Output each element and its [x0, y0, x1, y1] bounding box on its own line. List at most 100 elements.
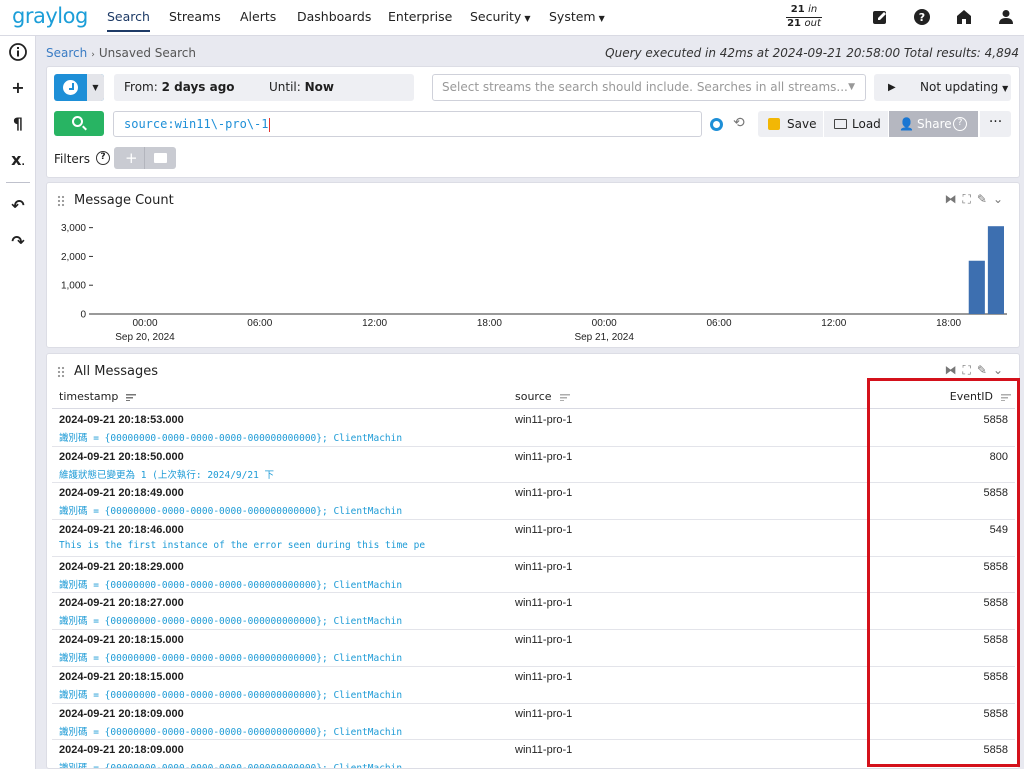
- time-range-display[interactable]: From: 2 days ago: [114, 74, 414, 101]
- row-source: win11-pro-1: [515, 487, 573, 500]
- breadcrumb-search-link[interactable]: Search: [46, 46, 87, 60]
- row-timestamp: 2024-09-21 20:18:15.000: [59, 634, 184, 647]
- nav-search[interactable]: Search: [107, 9, 150, 32]
- help-icon[interactable]: ?: [913, 8, 931, 26]
- row-source: win11-pro-1: [515, 670, 573, 683]
- clock-icon: [63, 80, 78, 95]
- query-validation-icon[interactable]: [710, 118, 723, 131]
- chevron-down-icon: ▼: [598, 14, 605, 23]
- focus-icon[interactable]: ⧓: [944, 363, 962, 377]
- chevron-down-icon[interactable]: ⌄: [993, 363, 1009, 377]
- row-source: win11-pro-1: [515, 524, 573, 537]
- streams-select[interactable]: Select streams the search should include…: [432, 74, 866, 101]
- redo-icon[interactable]: ↷: [8, 232, 28, 252]
- throughput-in-label: in: [808, 4, 818, 15]
- row-message: 維護狀態已變更為 1 (上次執行: 2024/9/21 下: [59, 469, 275, 481]
- widget-actions: ⧓⛶✎⌄: [944, 363, 1009, 378]
- folder-icon: [834, 119, 847, 129]
- load-button[interactable]: Load: [824, 111, 888, 137]
- message-count-widget: Message Count ⧓⛶✎⌄ 0 1,000 2,000 3,000 00:00…: [46, 182, 1020, 348]
- more-actions-button[interactable]: ···: [980, 111, 1011, 137]
- expand-icon[interactable]: ⛶: [962, 363, 976, 377]
- nav-system[interactable]: System ▼: [549, 9, 605, 24]
- row-message: 識別碼 = {00000000-0000-0000-0000-000000000…: [59, 763, 403, 769]
- x-tick-label: 06:00: [247, 318, 272, 329]
- row-message: 識別碼 = {00000000-0000-0000-0000-000000000…: [59, 506, 403, 518]
- nav-streams[interactable]: Streams: [169, 9, 221, 24]
- nav-alerts[interactable]: Alerts: [240, 9, 276, 24]
- history-icon[interactable]: ⟲: [733, 115, 745, 131]
- until-label: Until:: [269, 80, 301, 94]
- row-source: win11-pro-1: [515, 560, 573, 573]
- share-button[interactable]: 👤 Share?: [889, 111, 978, 137]
- x-tick-label: 00:00: [592, 318, 617, 329]
- column-header-source[interactable]: source: [515, 390, 570, 403]
- focus-icon[interactable]: ⧓: [944, 192, 962, 206]
- widget-actions: ⧓⛶✎⌄: [944, 192, 1009, 207]
- x-tick-label: 18:00: [936, 318, 961, 329]
- row-timestamp: 2024-09-21 20:18:09.000: [59, 744, 184, 757]
- time-range-button[interactable]: ▼: [54, 74, 104, 101]
- x-tick-label: 12:00: [362, 318, 387, 329]
- expand-icon[interactable]: ⛶: [962, 192, 976, 206]
- text-cursor: [268, 117, 270, 132]
- pilcrow-icon[interactable]: ¶: [8, 114, 28, 134]
- nav-system-label: System: [549, 9, 596, 24]
- drag-handle-icon[interactable]: [57, 195, 65, 207]
- nav-streams-label: Streams: [169, 9, 221, 24]
- x-tick-label: 18:00: [477, 318, 502, 329]
- refresh-control[interactable]: ▶ Not updating ▼: [874, 74, 1011, 101]
- home-icon[interactable]: [955, 8, 973, 26]
- info-icon[interactable]: [8, 42, 28, 62]
- nav-dashboards[interactable]: Dashboards: [297, 9, 371, 24]
- row-message: 識別碼 = {00000000-0000-0000-0000-000000000…: [59, 579, 403, 591]
- save-button[interactable]: Save: [758, 111, 823, 137]
- eventid-column-highlight: [867, 378, 1020, 767]
- chevron-down-icon[interactable]: ⌄: [993, 192, 1009, 206]
- row-message: This is the first instance of the error …: [59, 540, 426, 552]
- y-tick-label: 0: [80, 310, 86, 321]
- help-icon[interactable]: ?: [953, 117, 967, 131]
- until-display[interactable]: Until: Now: [269, 74, 334, 101]
- sidebar-divider: [6, 182, 30, 183]
- play-icon[interactable]: ▶: [888, 74, 896, 101]
- drag-handle-icon[interactable]: [57, 366, 65, 378]
- sort-icon[interactable]: [559, 393, 570, 401]
- user-icon[interactable]: [997, 8, 1015, 26]
- load-filter-folder-icon[interactable]: [154, 153, 167, 163]
- y-tick-label: 3,000: [61, 223, 86, 234]
- throughput-indicator[interactable]: 21 in 21 out: [786, 4, 822, 30]
- query-execution-info: Query executed in 42ms at 2024-09-21 20:…: [605, 46, 1019, 60]
- undo-icon[interactable]: ↶: [8, 196, 28, 216]
- edit-icon[interactable]: [871, 8, 889, 26]
- x-tick-label: 12:00: [821, 318, 846, 329]
- query-input[interactable]: source:win11\-pro\-1: [113, 111, 702, 137]
- filters-help-icon[interactable]: ?: [96, 151, 110, 165]
- search-button[interactable]: [54, 111, 104, 136]
- edit-icon[interactable]: ✎: [977, 192, 993, 206]
- add-filter-button[interactable]: +: [125, 147, 138, 169]
- widget-title: All Messages: [74, 364, 158, 379]
- chevron-down-icon[interactable]: ▼: [87, 74, 104, 101]
- message-count-chart: 0 1,000 2,000 3,000 00:00 Sep 20, 2024 06:00 12…: [61, 223, 1007, 343]
- graylog-logo[interactable]: graylog: [12, 4, 88, 28]
- row-source: win11-pro-1: [515, 450, 573, 463]
- column-header-timestamp[interactable]: timestamp: [59, 390, 137, 403]
- nav-security[interactable]: Security ▼: [470, 9, 531, 24]
- nav-search-label: Search: [107, 9, 150, 24]
- plus-icon[interactable]: +: [8, 78, 28, 98]
- sort-icon[interactable]: [126, 393, 137, 401]
- edit-icon[interactable]: ✎: [977, 363, 993, 377]
- row-source: win11-pro-1: [515, 597, 573, 610]
- row-timestamp: 2024-09-21 20:18:15.000: [59, 670, 184, 683]
- row-source: win11-pro-1: [515, 707, 573, 720]
- save-label: Save: [787, 117, 817, 131]
- user-plus-icon: 👤: [899, 117, 914, 131]
- row-message: 識別碼 = {00000000-0000-0000-0000-000000000…: [59, 689, 403, 701]
- throughput-in-value: 21: [790, 4, 805, 15]
- streams-placeholder: Select streams the search should include…: [442, 80, 848, 94]
- filters-label: Filters: [54, 152, 90, 166]
- nav-enterprise[interactable]: Enterprise: [388, 9, 452, 24]
- variable-icon[interactable]: x.: [8, 150, 28, 170]
- throughput-out-value: 21: [787, 18, 802, 29]
